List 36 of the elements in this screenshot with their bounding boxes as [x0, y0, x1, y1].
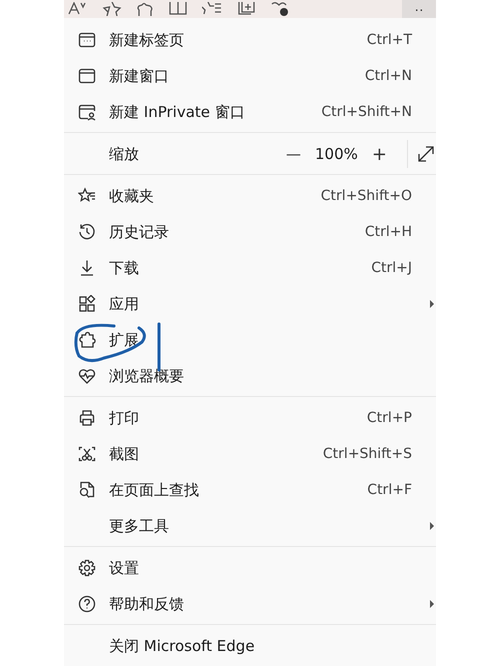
menu-item[interactable]: 应用 [64, 286, 436, 322]
menu-item[interactable]: 帮助和反馈 [64, 586, 436, 622]
window-icon [78, 67, 96, 85]
menu-item[interactable]: 浏览器概要 [64, 358, 436, 394]
menu-item[interactable]: 历史记录 Ctrl+H [64, 214, 436, 250]
menu-item[interactable]: 新建窗口 Ctrl+N [64, 58, 436, 94]
fullscreen-icon[interactable] [418, 146, 434, 162]
printer-icon [78, 409, 96, 427]
menu-item[interactable]: 设置 [64, 550, 436, 586]
menu-item[interactable]: 关闭 Microsoft Edge [64, 628, 436, 664]
zoom-value: 100% [315, 145, 358, 163]
collections-icon[interactable] [236, 2, 256, 16]
menu-item[interactable]: 截图 Ctrl+Shift+S [64, 436, 436, 472]
zoom-out-button[interactable]: — [282, 145, 306, 163]
help-icon [78, 595, 96, 613]
gear-icon [78, 559, 96, 577]
split-screen-icon[interactable] [168, 2, 188, 16]
zoom-label: 缩放 [109, 144, 139, 164]
menu-item[interactable]: 更多工具 [64, 508, 436, 544]
menu-item[interactable]: 在页面上查找 Ctrl+F [64, 472, 436, 508]
history-icon [78, 223, 96, 241]
menu-item[interactable]: 打印 Ctrl+P [64, 400, 436, 436]
scissors-icon [78, 445, 96, 463]
menu-item[interactable]: 新建 InPrivate 窗口 Ctrl+Shift+N [64, 94, 436, 130]
menu-item[interactable]: 扩展 [64, 322, 436, 358]
zoom-in-button[interactable]: + [368, 144, 391, 164]
find-icon [78, 481, 96, 499]
menu-item[interactable]: 新建标签页 Ctrl+T [64, 22, 436, 58]
apps-icon [78, 295, 96, 313]
read-aloud-icon[interactable] [68, 2, 88, 16]
more-button[interactable]: ·· [402, 0, 436, 18]
menu-item[interactable]: 收藏夹 Ctrl+Shift+O [64, 178, 436, 214]
download-icon [78, 259, 96, 277]
menu-item[interactable]: 下载 Ctrl+J [64, 250, 436, 286]
tab-icon [78, 31, 96, 49]
private-icon [78, 103, 96, 121]
